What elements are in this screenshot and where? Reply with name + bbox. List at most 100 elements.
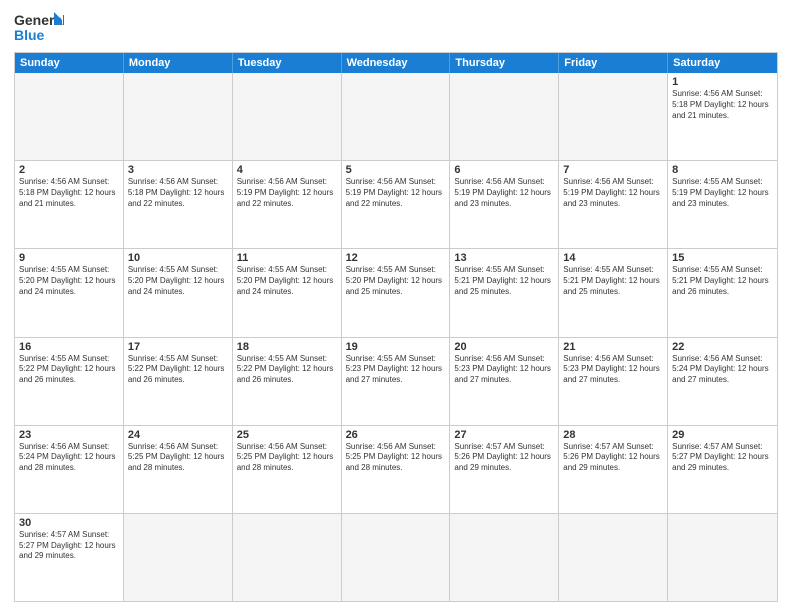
calendar-day-cell: 23Sunrise: 4:56 AM Sunset: 5:24 PM Dayli… [15,426,124,513]
day-number: 4 [237,164,337,176]
day-info: Sunrise: 4:56 AM Sunset: 5:25 PM Dayligh… [237,442,337,474]
calendar-day-cell: 1Sunrise: 4:56 AM Sunset: 5:18 PM Daylig… [668,73,777,160]
calendar-day-cell [668,514,777,601]
day-info: Sunrise: 4:56 AM Sunset: 5:25 PM Dayligh… [128,442,228,474]
calendar-day-cell: 18Sunrise: 4:55 AM Sunset: 5:22 PM Dayli… [233,338,342,425]
day-info: Sunrise: 4:56 AM Sunset: 5:19 PM Dayligh… [237,177,337,209]
calendar-day-cell: 2Sunrise: 4:56 AM Sunset: 5:18 PM Daylig… [15,161,124,248]
calendar-week-row: 9Sunrise: 4:55 AM Sunset: 5:20 PM Daylig… [15,248,777,336]
calendar-day-cell: 15Sunrise: 4:55 AM Sunset: 5:21 PM Dayli… [668,249,777,336]
day-number: 29 [672,429,773,441]
calendar-day-cell: 7Sunrise: 4:56 AM Sunset: 5:19 PM Daylig… [559,161,668,248]
page: General Blue SundayMondayTuesdayWednesda… [0,0,792,612]
day-info: Sunrise: 4:56 AM Sunset: 5:18 PM Dayligh… [672,89,773,121]
day-info: Sunrise: 4:55 AM Sunset: 5:20 PM Dayligh… [19,265,119,297]
calendar-day-cell: 26Sunrise: 4:56 AM Sunset: 5:25 PM Dayli… [342,426,451,513]
calendar-header-cell: Saturday [668,53,777,73]
calendar-header-cell: Tuesday [233,53,342,73]
calendar-day-cell: 5Sunrise: 4:56 AM Sunset: 5:19 PM Daylig… [342,161,451,248]
day-info: Sunrise: 4:55 AM Sunset: 5:22 PM Dayligh… [19,354,119,386]
day-number: 20 [454,341,554,353]
calendar-week-row: 1Sunrise: 4:56 AM Sunset: 5:18 PM Daylig… [15,73,777,160]
calendar-day-cell: 10Sunrise: 4:55 AM Sunset: 5:20 PM Dayli… [124,249,233,336]
day-number: 2 [19,164,119,176]
day-info: Sunrise: 4:56 AM Sunset: 5:25 PM Dayligh… [346,442,446,474]
day-number: 30 [19,517,119,529]
header: General Blue [14,10,778,46]
calendar: SundayMondayTuesdayWednesdayThursdayFrid… [14,52,778,602]
calendar-day-cell [342,73,451,160]
day-info: Sunrise: 4:56 AM Sunset: 5:18 PM Dayligh… [19,177,119,209]
day-number: 17 [128,341,228,353]
calendar-header-cell: Friday [559,53,668,73]
day-number: 15 [672,252,773,264]
calendar-day-cell: 29Sunrise: 4:57 AM Sunset: 5:27 PM Dayli… [668,426,777,513]
logo: General Blue [14,10,64,46]
calendar-day-cell: 24Sunrise: 4:56 AM Sunset: 5:25 PM Dayli… [124,426,233,513]
day-number: 3 [128,164,228,176]
day-info: Sunrise: 4:56 AM Sunset: 5:18 PM Dayligh… [128,177,228,209]
calendar-header-cell: Thursday [450,53,559,73]
day-number: 10 [128,252,228,264]
calendar-day-cell: 4Sunrise: 4:56 AM Sunset: 5:19 PM Daylig… [233,161,342,248]
calendar-day-cell [559,73,668,160]
calendar-day-cell: 16Sunrise: 4:55 AM Sunset: 5:22 PM Dayli… [15,338,124,425]
day-info: Sunrise: 4:55 AM Sunset: 5:20 PM Dayligh… [346,265,446,297]
calendar-day-cell [15,73,124,160]
day-number: 5 [346,164,446,176]
day-number: 13 [454,252,554,264]
day-number: 27 [454,429,554,441]
calendar-day-cell: 27Sunrise: 4:57 AM Sunset: 5:26 PM Dayli… [450,426,559,513]
day-number: 11 [237,252,337,264]
calendar-day-cell: 8Sunrise: 4:55 AM Sunset: 5:19 PM Daylig… [668,161,777,248]
calendar-day-cell: 22Sunrise: 4:56 AM Sunset: 5:24 PM Dayli… [668,338,777,425]
day-number: 25 [237,429,337,441]
day-info: Sunrise: 4:56 AM Sunset: 5:24 PM Dayligh… [672,354,773,386]
calendar-day-cell [233,514,342,601]
day-number: 6 [454,164,554,176]
calendar-day-cell [450,514,559,601]
calendar-week-row: 2Sunrise: 4:56 AM Sunset: 5:18 PM Daylig… [15,160,777,248]
day-info: Sunrise: 4:55 AM Sunset: 5:21 PM Dayligh… [563,265,663,297]
day-number: 7 [563,164,663,176]
calendar-day-cell [124,514,233,601]
day-number: 21 [563,341,663,353]
day-number: 1 [672,76,773,88]
day-info: Sunrise: 4:56 AM Sunset: 5:19 PM Dayligh… [346,177,446,209]
calendar-day-cell: 3Sunrise: 4:56 AM Sunset: 5:18 PM Daylig… [124,161,233,248]
calendar-day-cell: 20Sunrise: 4:56 AM Sunset: 5:23 PM Dayli… [450,338,559,425]
day-info: Sunrise: 4:57 AM Sunset: 5:26 PM Dayligh… [563,442,663,474]
calendar-day-cell: 30Sunrise: 4:57 AM Sunset: 5:27 PM Dayli… [15,514,124,601]
day-info: Sunrise: 4:57 AM Sunset: 5:26 PM Dayligh… [454,442,554,474]
calendar-day-cell [559,514,668,601]
calendar-header-row: SundayMondayTuesdayWednesdayThursdayFrid… [15,53,777,73]
calendar-day-cell: 19Sunrise: 4:55 AM Sunset: 5:23 PM Dayli… [342,338,451,425]
day-number: 23 [19,429,119,441]
calendar-day-cell [450,73,559,160]
calendar-body: 1Sunrise: 4:56 AM Sunset: 5:18 PM Daylig… [15,73,777,601]
calendar-day-cell [233,73,342,160]
calendar-day-cell: 28Sunrise: 4:57 AM Sunset: 5:26 PM Dayli… [559,426,668,513]
day-info: Sunrise: 4:56 AM Sunset: 5:23 PM Dayligh… [563,354,663,386]
calendar-day-cell: 12Sunrise: 4:55 AM Sunset: 5:20 PM Dayli… [342,249,451,336]
day-info: Sunrise: 4:55 AM Sunset: 5:22 PM Dayligh… [237,354,337,386]
day-info: Sunrise: 4:57 AM Sunset: 5:27 PM Dayligh… [672,442,773,474]
day-number: 18 [237,341,337,353]
calendar-day-cell: 17Sunrise: 4:55 AM Sunset: 5:22 PM Dayli… [124,338,233,425]
day-info: Sunrise: 4:55 AM Sunset: 5:20 PM Dayligh… [237,265,337,297]
day-number: 24 [128,429,228,441]
calendar-header-cell: Wednesday [342,53,451,73]
day-number: 9 [19,252,119,264]
day-info: Sunrise: 4:56 AM Sunset: 5:24 PM Dayligh… [19,442,119,474]
calendar-day-cell: 11Sunrise: 4:55 AM Sunset: 5:20 PM Dayli… [233,249,342,336]
calendar-day-cell: 13Sunrise: 4:55 AM Sunset: 5:21 PM Dayli… [450,249,559,336]
logo-svg: General Blue [14,10,64,46]
calendar-day-cell [342,514,451,601]
day-number: 14 [563,252,663,264]
day-number: 19 [346,341,446,353]
calendar-header-cell: Monday [124,53,233,73]
day-info: Sunrise: 4:55 AM Sunset: 5:20 PM Dayligh… [128,265,228,297]
day-number: 12 [346,252,446,264]
day-number: 16 [19,341,119,353]
calendar-day-cell [124,73,233,160]
